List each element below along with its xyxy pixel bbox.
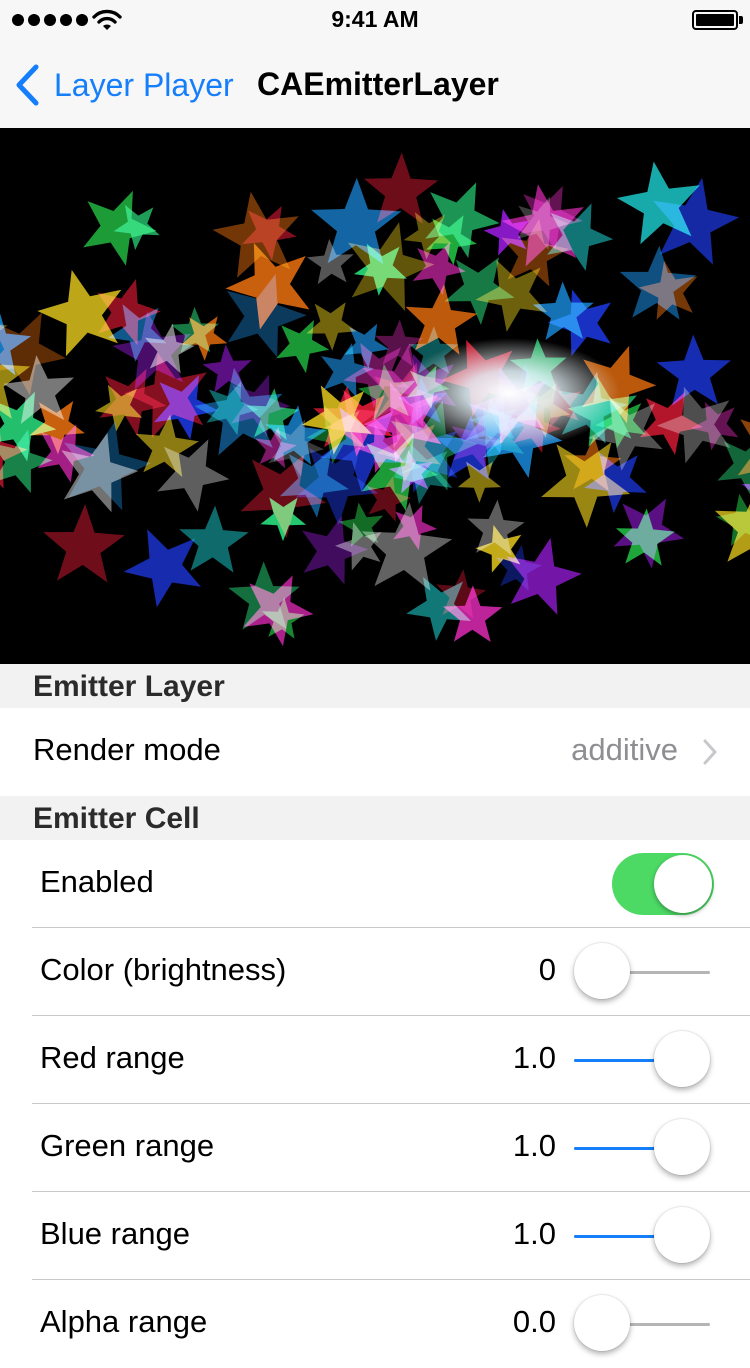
emitter-particles bbox=[0, 152, 750, 647]
slider-label: Color (brightness) bbox=[40, 952, 287, 987]
page-title: CAEmitterLayer bbox=[257, 66, 499, 102]
render-mode-label: Render mode bbox=[33, 732, 221, 767]
enabled-row: Enabled bbox=[0, 840, 750, 928]
slider-label: Green range bbox=[40, 1128, 215, 1163]
section-header-emitter-layer: Emitter Layer bbox=[0, 664, 750, 708]
slider-thumb[interactable] bbox=[574, 943, 630, 999]
slider-value: 0 bbox=[538, 952, 556, 987]
blue-range-slider[interactable] bbox=[574, 1207, 710, 1263]
alpha-range-slider[interactable] bbox=[574, 1295, 710, 1351]
slider-thumb[interactable] bbox=[574, 1295, 630, 1351]
battery-icon bbox=[692, 10, 738, 30]
slider-row-color-brightness: Color (brightness) 0 bbox=[0, 928, 750, 1016]
enabled-label: Enabled bbox=[40, 864, 154, 899]
section-header-emitter-cell: Emitter Cell bbox=[0, 796, 750, 840]
slider-label: Blue range bbox=[40, 1216, 190, 1251]
star-particle bbox=[123, 529, 201, 608]
navigation-bar: Layer Player CAEmitterLayer bbox=[0, 40, 750, 129]
color-brightness-slider[interactable] bbox=[574, 943, 710, 999]
enabled-toggle[interactable] bbox=[612, 853, 714, 915]
star-particle bbox=[43, 504, 125, 583]
star-particle bbox=[714, 503, 750, 562]
section-title: Emitter Cell bbox=[33, 802, 200, 835]
status-bar: 9:41 AM bbox=[0, 0, 750, 40]
green-range-slider[interactable] bbox=[574, 1119, 710, 1175]
star-particle bbox=[656, 334, 731, 406]
slider-value: 1.0 bbox=[512, 1128, 556, 1163]
slider-label: Alpha range bbox=[40, 1304, 208, 1339]
back-button-label: Layer Player bbox=[54, 66, 234, 103]
slider-thumb[interactable] bbox=[654, 1119, 710, 1175]
star-particle bbox=[37, 269, 122, 357]
render-mode-value: additive bbox=[571, 732, 678, 767]
emitter-preview bbox=[0, 128, 750, 664]
slider-row-green-range: Green range 1.0 bbox=[0, 1104, 750, 1192]
slider-value: 0.0 bbox=[512, 1304, 556, 1339]
star-particle bbox=[361, 502, 453, 591]
slider-label: Red range bbox=[40, 1040, 185, 1075]
slider-row-red-range: Red range 1.0 bbox=[0, 1016, 750, 1104]
slider-row-blue-range: Blue range 1.0 bbox=[0, 1192, 750, 1280]
emitter-glow bbox=[400, 338, 620, 448]
battery-cap bbox=[739, 16, 743, 24]
slider-thumb[interactable] bbox=[654, 1031, 710, 1087]
slider-value: 1.0 bbox=[512, 1216, 556, 1251]
star-particle bbox=[179, 505, 249, 573]
toggle-knob bbox=[654, 855, 712, 913]
red-range-slider[interactable] bbox=[574, 1031, 710, 1087]
status-time: 9:41 AM bbox=[331, 6, 419, 32]
section-title: Emitter Layer bbox=[33, 670, 225, 703]
render-mode-row[interactable]: Render mode additive bbox=[0, 708, 750, 796]
star-particle bbox=[157, 439, 230, 512]
chevron-left-icon bbox=[16, 64, 39, 106]
slider-row-alpha-range: Alpha range 0.0 bbox=[0, 1280, 750, 1368]
chevron-right-icon bbox=[703, 739, 717, 765]
back-button[interactable]: Layer Player bbox=[14, 62, 234, 108]
slider-value: 1.0 bbox=[512, 1040, 556, 1075]
slider-thumb[interactable] bbox=[654, 1207, 710, 1263]
